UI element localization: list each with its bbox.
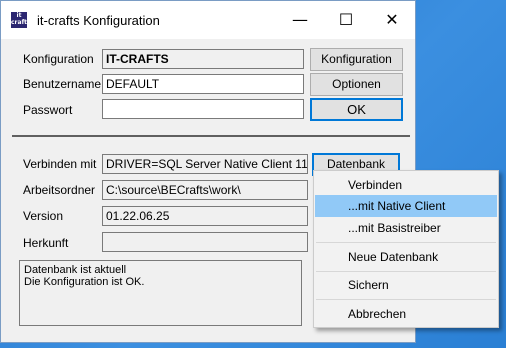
menu-item-verbinden[interactable]: Verbinden (315, 174, 497, 196)
title-bar[interactable]: it crafts it-crafts Konfiguration — ☐ ✕ (1, 1, 415, 39)
menu-item-sichern[interactable]: Sichern (315, 274, 497, 296)
menu-item-basistreiber[interactable]: ...mit Basistreiber (315, 217, 497, 239)
optionen-button[interactable]: Optionen (310, 73, 403, 96)
close-icon[interactable]: ✕ (369, 1, 415, 39)
menu-item-abbrechen[interactable]: Abbrechen (315, 303, 497, 325)
benutzername-input[interactable]: DEFAULT (102, 74, 304, 94)
verbinden-label: Verbinden mit (23, 157, 97, 171)
maximize-icon[interactable]: ☐ (323, 1, 369, 39)
konfiguration-label: Konfiguration (23, 52, 94, 66)
ok-button[interactable]: OK (310, 98, 403, 121)
menu-separator (316, 242, 496, 243)
herkunft-label: Herkunft (23, 236, 69, 250)
menu-separator (316, 271, 496, 272)
version-field: 01.22.06.25 (102, 206, 308, 226)
herkunft-field (102, 232, 308, 252)
version-label: Version (23, 209, 64, 223)
menu-separator (316, 299, 496, 300)
passwort-input[interactable] (102, 99, 304, 119)
arbeitsordner-label: Arbeitsordner (23, 183, 96, 197)
arbeitsordner-field[interactable]: C:\source\BECrafts\work\ (102, 180, 308, 200)
app-logo-icon: it crafts (11, 12, 31, 28)
minimize-icon[interactable]: — (277, 1, 323, 39)
status-line-2: Die Konfiguration ist OK. (24, 276, 145, 288)
status-box: Datenbank ist aktuell Die Konfiguration … (19, 260, 302, 326)
window-title: it-crafts Konfiguration (37, 13, 160, 28)
menu-item-neue-datenbank[interactable]: Neue Datenbank (315, 246, 497, 268)
menu-item-native-client[interactable]: ...mit Native Client (315, 195, 497, 217)
app-logo-text: it crafts (11, 12, 31, 26)
verbinden-field[interactable]: DRIVER=SQL Server Native Client 11.0;S (102, 154, 308, 174)
passwort-label: Passwort (23, 103, 73, 117)
benutzername-label: Benutzername (23, 77, 102, 91)
datenbank-dropdown-menu: Verbinden ...mit Native Client ...mit Ba… (313, 170, 499, 328)
konfiguration-field: IT-CRAFTS (102, 49, 304, 69)
divider (12, 135, 410, 137)
status-line-1: Datenbank ist aktuell (24, 264, 127, 276)
konfiguration-button[interactable]: Konfiguration (310, 48, 403, 71)
